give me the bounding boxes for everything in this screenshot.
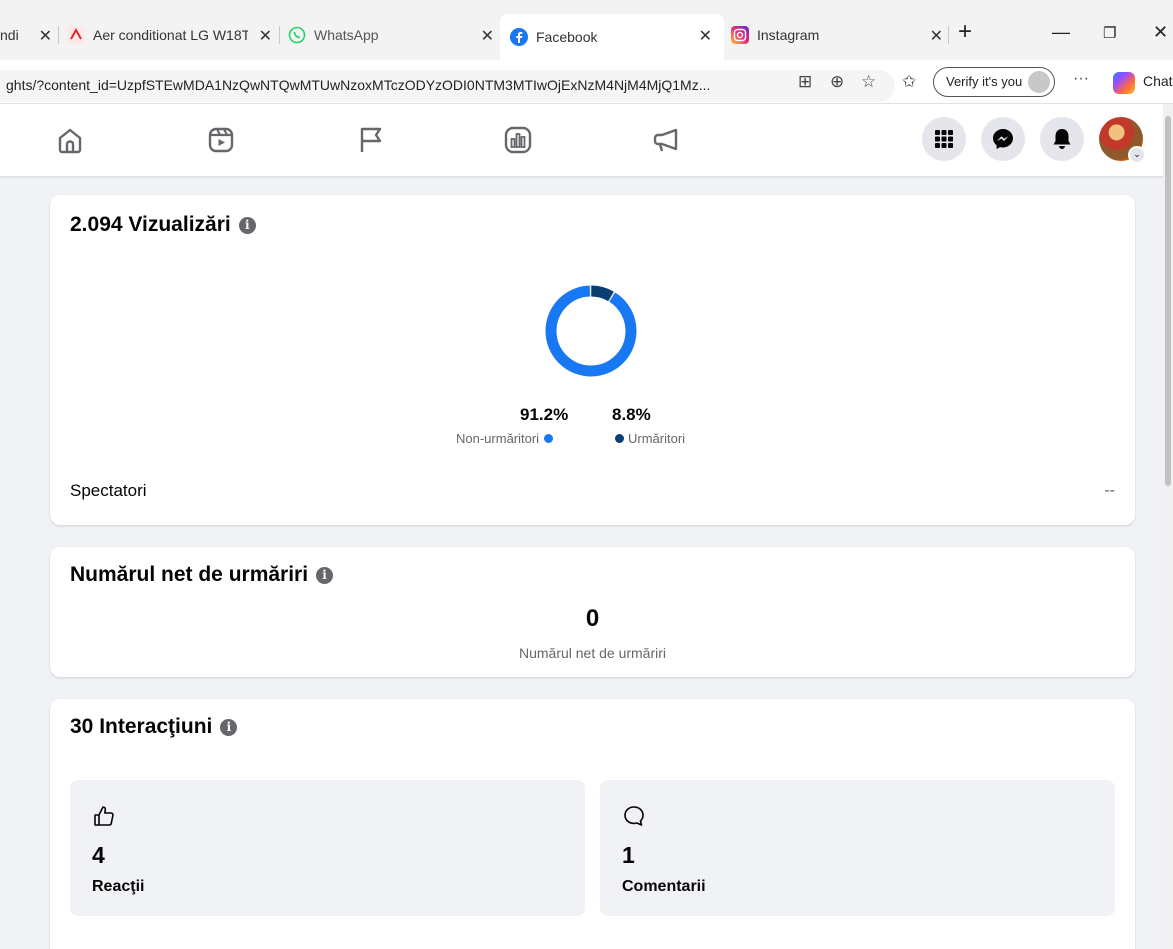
comments-tile[interactable]: 1 Comentarii xyxy=(600,780,1115,916)
favorite-star-icon[interactable]: ☆ xyxy=(861,72,876,92)
tab-3[interactable]: WhatsApp ✕ xyxy=(288,17,494,53)
verify-label: Verify it's you xyxy=(946,74,1023,89)
thumbs-up-icon xyxy=(94,806,114,826)
info-icon[interactable]: i xyxy=(220,718,238,736)
favorites-list-icon[interactable]: ✩ xyxy=(902,72,916,92)
views-title: 2.094 Vizualizări i xyxy=(70,213,256,237)
tab-1-title: ndi xyxy=(0,27,19,43)
reels-icon[interactable] xyxy=(203,122,239,158)
reactions-value: 4 xyxy=(92,842,105,868)
views-card: 2.094 Vizualizări i 91.2% 8.8% Non-urmăr… xyxy=(50,195,1135,525)
legend-followers: Urmăritori xyxy=(615,431,685,446)
copilot-icon[interactable] xyxy=(1113,72,1135,94)
whatsapp-favicon-icon xyxy=(288,26,306,44)
page-scrollbar[interactable] xyxy=(1163,104,1173,949)
tab-5-title: Instagram xyxy=(757,27,820,43)
comments-label: Comentarii xyxy=(622,878,706,895)
megaphone-icon[interactable] xyxy=(648,122,684,158)
instagram-favicon-icon xyxy=(731,26,749,44)
legend-non-followers-label: Non-urmăritori xyxy=(456,431,540,446)
facebook-favicon-icon xyxy=(510,28,528,46)
tab-2[interactable]: Aer conditionat LG W18TI ✕ xyxy=(67,17,272,53)
tab-close-icon[interactable]: ✕ xyxy=(259,26,272,46)
flag-icon[interactable] xyxy=(353,122,389,158)
non-followers-percent: 91.2% xyxy=(520,405,569,424)
profile-avatar-icon xyxy=(1028,71,1051,93)
tab-5[interactable]: Instagram ✕ xyxy=(731,17,943,53)
url-field[interactable]: ghts/?content_id=UzpfSTEwMDA1NzQwNTQwMTU… xyxy=(0,70,895,102)
tab-2-title: Aer conditionat LG W18TI xyxy=(93,27,248,43)
restore-icon[interactable]: ❐ xyxy=(1103,24,1116,42)
more-icon[interactable]: ··· xyxy=(1073,70,1089,88)
new-tab-button[interactable]: + xyxy=(958,18,972,46)
reactions-label: Reacţii xyxy=(92,878,145,895)
net-follows-title-text: Numărul net de urmăriri xyxy=(70,563,309,586)
chevron-down-icon[interactable]: ⌄ xyxy=(1128,146,1146,164)
browser-tab-bar: ndi ✕ Aer conditionat LG W18TI ✕ WhatsAp… xyxy=(0,0,1173,60)
messenger-button[interactable] xyxy=(981,117,1025,161)
chat-label[interactable]: Chat xyxy=(1143,73,1173,89)
tab-3-title: WhatsApp xyxy=(314,27,379,43)
net-follows-value: 0 xyxy=(585,605,600,632)
interactions-card: 30 Interacţiuni i 4 Reacţii 1 Comentarii xyxy=(50,699,1135,949)
legend-dot-non-followers xyxy=(544,434,554,443)
legend-dot-followers xyxy=(615,434,624,443)
donut-segment-non-followers[interactable] xyxy=(545,285,637,377)
comments-value: 1 xyxy=(622,842,635,868)
tab-4-active[interactable]: Facebook ✕ xyxy=(500,14,724,60)
immersive-reader-icon[interactable]: ⊞ xyxy=(798,72,812,92)
verify-profile-button[interactable]: Verify it's you xyxy=(933,67,1056,97)
views-title-text: 2.094 Vizualizări xyxy=(70,213,231,236)
insights-icon[interactable] xyxy=(500,122,536,158)
tab-4-title: Facebook xyxy=(536,29,598,45)
menu-grid-button[interactable] xyxy=(922,117,966,161)
info-icon[interactable]: i xyxy=(238,216,256,234)
interactions-title: 30 Interacţiuni i xyxy=(70,715,238,739)
legend-non-followers: Non-urmăritori xyxy=(456,431,554,446)
net-follows-sublabel: Numărul net de urmăriri xyxy=(518,645,667,661)
zoom-icon[interactable]: ⊕ xyxy=(830,72,844,92)
facebook-top-nav: ⌄ xyxy=(0,104,1173,176)
info-icon[interactable]: i xyxy=(316,566,334,584)
net-follows-card: Numărul net de urmăriri i 0 Numărul net … xyxy=(50,547,1135,677)
scrollbar-thumb[interactable] xyxy=(1165,116,1171,486)
close-window-icon[interactable]: ✕ xyxy=(1153,22,1168,43)
tab-close-icon[interactable]: ✕ xyxy=(481,26,494,46)
menu-grid-icon xyxy=(935,130,953,148)
minimize-icon[interactable]: — xyxy=(1052,22,1070,43)
avatar[interactable]: ⌄ xyxy=(1099,117,1146,164)
lg-favicon-icon xyxy=(67,26,85,44)
views-donut-chart xyxy=(545,285,637,377)
reactions-tile[interactable]: 4 Reacţii xyxy=(70,780,585,916)
tab-close-icon[interactable]: ✕ xyxy=(39,26,52,46)
interactions-title-text: 30 Interacţiuni xyxy=(70,715,213,738)
tab-1[interactable]: ndi ✕ xyxy=(0,17,52,53)
tab-close-icon[interactable]: ✕ xyxy=(930,26,943,46)
comment-icon xyxy=(624,806,644,826)
notifications-button[interactable] xyxy=(1040,117,1084,161)
net-follows-title: Numărul net de urmăriri i xyxy=(70,563,334,587)
messenger-icon xyxy=(993,129,1013,149)
spectators-value: -- xyxy=(1104,482,1115,499)
tab-close-icon[interactable]: ✕ xyxy=(699,26,712,46)
bell-icon xyxy=(1053,129,1071,149)
followers-percent: 8.8% xyxy=(612,405,651,424)
spectators-label: Spectatori xyxy=(70,481,147,500)
legend-followers-label: Urmăritori xyxy=(628,431,686,446)
home-icon[interactable] xyxy=(52,122,88,158)
